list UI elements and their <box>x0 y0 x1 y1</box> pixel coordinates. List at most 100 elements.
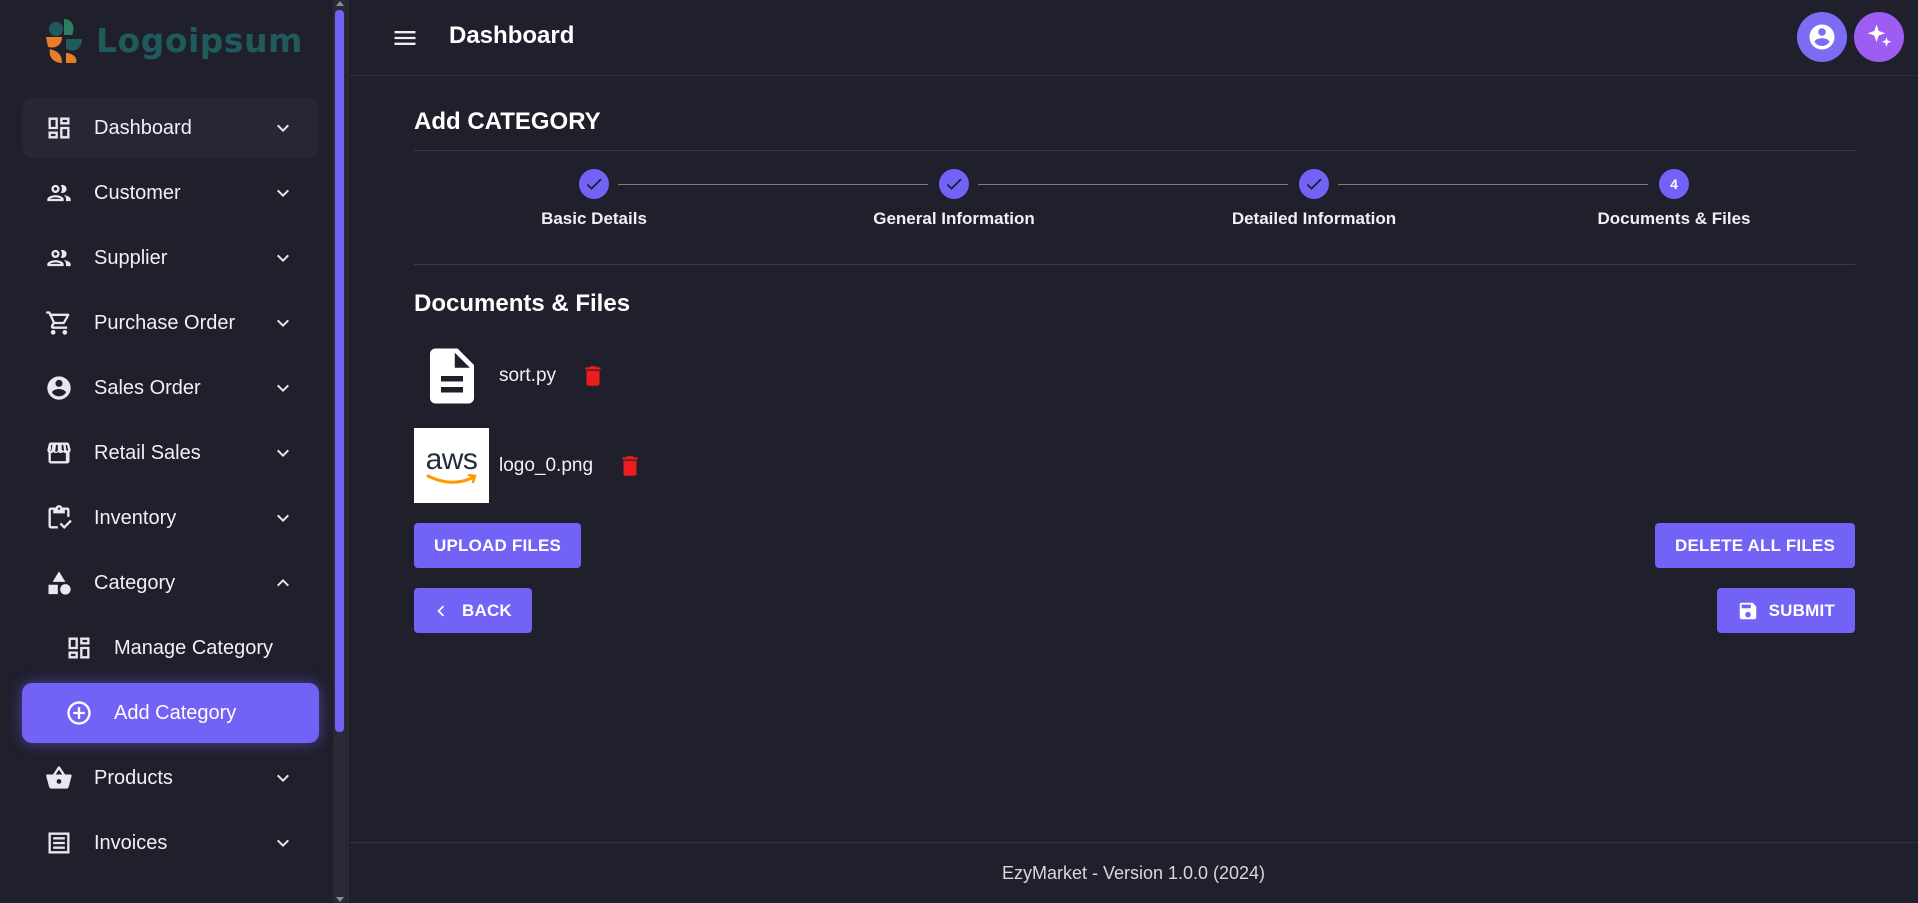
file-item: aws logo_0.png <box>414 428 643 503</box>
divider <box>414 150 1855 151</box>
save-icon <box>1739 602 1756 619</box>
stepper: Basic Details General Information Detail… <box>414 169 1855 249</box>
scroll-up-arrow-icon[interactable] <box>336 1 344 6</box>
document-icon <box>429 348 474 403</box>
top-header: Dashboard <box>349 0 1918 76</box>
delete-all-files-button[interactable]: DELETE ALL FILES <box>1655 523 1855 568</box>
sidebar-item-label: Retail Sales <box>94 441 201 464</box>
clipboard-check-icon <box>44 503 74 533</box>
check-icon <box>1306 178 1322 190</box>
menu-icon[interactable] <box>391 24 419 52</box>
sidebar-item-invoices[interactable]: Invoices <box>22 813 319 873</box>
check-icon <box>586 178 602 190</box>
aws-smile-icon <box>426 473 477 484</box>
sidebar-item-label: Purchase Order <box>94 311 236 334</box>
sidebar-item-label: Invoices <box>94 831 168 854</box>
app-logo[interactable]: Logoipsum <box>42 14 303 66</box>
chevron-down-icon <box>271 376 295 400</box>
scroll-down-arrow-icon[interactable] <box>336 897 344 902</box>
page-title: Add CATEGORY <box>414 108 601 135</box>
sidebar-item-label: Inventory <box>94 506 177 529</box>
step-3-label: Detailed Information <box>1231 209 1397 228</box>
step-1-circle[interactable] <box>579 169 609 199</box>
step-2-label: General Information <box>873 209 1035 228</box>
back-button[interactable]: BACK <box>414 588 532 633</box>
sidebar: Logoipsum Dashboard Customer Supplier Pu… <box>0 0 348 903</box>
sidebar-item-purchase-order[interactable]: Purchase Order <box>22 293 319 353</box>
ai-assistant-button[interactable] <box>1854 12 1904 62</box>
section-title: Documents & Files <box>414 290 631 317</box>
delete-file-button[interactable] <box>580 362 606 390</box>
sidebar-item-products[interactable]: Products <box>22 748 319 808</box>
sidebar-item-inventory[interactable]: Inventory <box>22 488 319 548</box>
chevron-down-icon <box>271 311 295 335</box>
footer: EzyMarket - Version 1.0.0 (2024) <box>349 842 1918 903</box>
sidebar-item-customer[interactable]: Customer <box>22 163 319 223</box>
trash-icon <box>622 455 638 476</box>
people-icon <box>44 178 74 208</box>
receipt-icon <box>44 828 74 858</box>
sidebar-item-label: Category <box>94 571 176 594</box>
chevron-down-icon <box>271 181 295 205</box>
chevron-left-icon <box>437 605 445 616</box>
chevron-down-icon <box>271 766 295 790</box>
step-4-circle[interactable]: 4 <box>1659 169 1689 199</box>
upload-files-button[interactable]: UPLOAD FILES <box>414 523 582 568</box>
sidebar-item-label: Products <box>94 766 173 789</box>
step-connector <box>1338 184 1648 185</box>
sparkle-icon <box>1867 24 1892 47</box>
sidebar-item-retail-sales[interactable]: Retail Sales <box>22 423 319 483</box>
chevron-down-icon <box>271 506 295 530</box>
logo-text: Logoipsum <box>96 20 303 60</box>
sidebar-item-supplier[interactable]: Supplier <box>22 228 319 288</box>
aws-logo-text: aws <box>425 442 478 476</box>
footer-version-text: EzyMarket - Version 1.0.0 (2024) <box>1001 862 1266 883</box>
account-circle-icon <box>1809 24 1835 50</box>
profile-button[interactable] <box>1797 12 1847 62</box>
sidebar-item-label: Manage Category <box>114 636 273 659</box>
scrollbar-thumb[interactable] <box>335 10 344 732</box>
divider <box>414 264 1855 265</box>
file-name: sort.py <box>499 364 557 386</box>
sidebar-item-add-category[interactable]: Add Category <box>22 683 319 743</box>
file-thumbnail <box>414 338 489 413</box>
chevron-down-icon <box>271 116 295 140</box>
step-4-label: Documents & Files <box>1597 209 1751 228</box>
chevron-down-icon <box>271 246 295 270</box>
sidebar-item-label: Supplier <box>94 246 168 269</box>
sidebar-item-label: Dashboard <box>94 116 192 139</box>
submit-button[interactable]: SUBMIT <box>1716 588 1855 633</box>
step-connector <box>978 184 1288 185</box>
cart-icon <box>44 308 74 338</box>
chevron-up-icon <box>271 571 295 595</box>
sidebar-item-category[interactable]: Category <box>22 553 319 613</box>
file-name: logo_0.png <box>499 454 594 476</box>
sidebar-item-sales-order[interactable]: Sales Order <box>22 358 319 418</box>
dashboard-icon <box>64 633 94 663</box>
sidebar-scrollbar[interactable] <box>333 0 346 903</box>
delete-file-button[interactable] <box>617 452 643 480</box>
category-icon <box>44 568 74 598</box>
submit-button-label: SUBMIT <box>1768 600 1835 620</box>
sidebar-item-dashboard[interactable]: Dashboard <box>22 98 319 158</box>
basket-icon <box>44 763 74 793</box>
trash-icon <box>585 365 601 386</box>
sidebar-item-label: Customer <box>94 181 181 204</box>
chevron-down-icon <box>271 831 295 855</box>
step-2-circle[interactable] <box>939 169 969 199</box>
add-circle-icon <box>64 698 94 728</box>
chevron-down-icon <box>271 441 295 465</box>
step-1-label: Basic Details <box>541 209 647 228</box>
sidebar-item-manage-category[interactable]: Manage Category <box>22 618 319 678</box>
sidebar-item-label: Add Category <box>114 701 237 724</box>
store-icon <box>44 438 74 468</box>
step-3-circle[interactable] <box>1299 169 1329 199</box>
step-connector <box>618 184 928 185</box>
back-button-label: BACK <box>462 600 512 620</box>
sidebar-nav: Dashboard Customer Supplier Purchase Ord… <box>22 98 319 878</box>
people-icon <box>44 243 74 273</box>
file-thumbnail: aws <box>414 428 489 503</box>
dashboard-icon <box>44 113 74 143</box>
account-circle-icon <box>44 373 74 403</box>
sidebar-item-label: Sales Order <box>94 376 201 399</box>
